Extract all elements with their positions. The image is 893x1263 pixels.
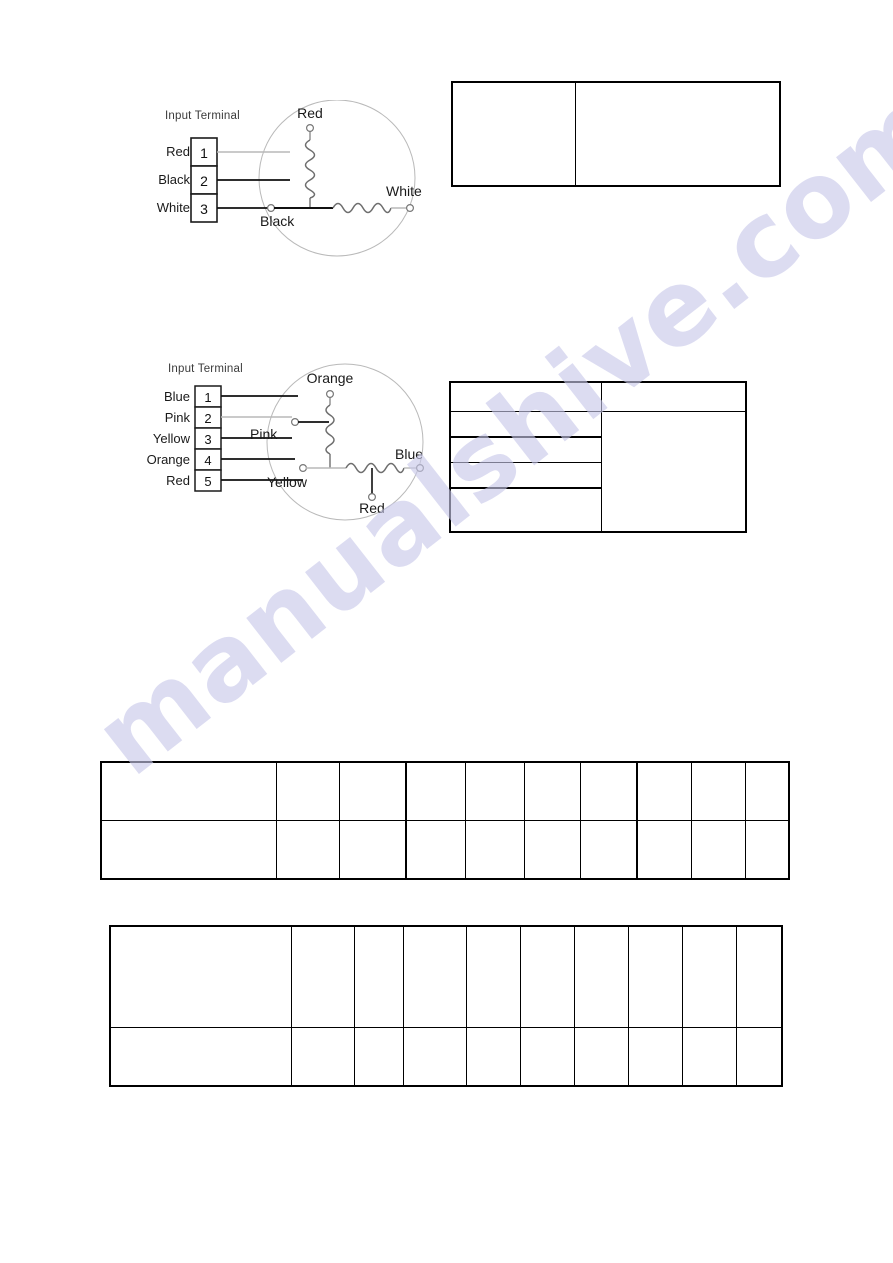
wiring-schematic-svg-1: 1 2 3 Red White Black bbox=[190, 100, 422, 257]
table3-cell-r1c8 bbox=[691, 820, 746, 879]
table3-cell-r0c6 bbox=[580, 762, 638, 821]
table4-cell-r0c1 bbox=[291, 926, 355, 1028]
table4-cell-r0c8 bbox=[682, 926, 737, 1028]
table4-cell-r1c8 bbox=[682, 1026, 737, 1087]
table-row bbox=[101, 762, 789, 821]
table4-cell-r0c6 bbox=[574, 926, 629, 1028]
table3-cell-r1c0 bbox=[101, 820, 277, 879]
table4-cell-r1c4 bbox=[466, 1026, 521, 1087]
table4-cell-r1c1 bbox=[291, 1026, 355, 1087]
table3-cell-r1c1 bbox=[276, 820, 340, 879]
table3-cell-r0c9 bbox=[745, 762, 789, 821]
table3-cell-r0c8 bbox=[691, 762, 746, 821]
svg-text:1: 1 bbox=[200, 145, 208, 161]
svg-text:4: 4 bbox=[204, 453, 211, 468]
table2-cell-r3c0 bbox=[450, 462, 602, 490]
svg-text:5: 5 bbox=[204, 474, 211, 489]
table4-cell-r0c3 bbox=[403, 926, 467, 1028]
table-row bbox=[110, 926, 782, 1028]
wiring-diagram-five-wire: Input Terminal Blue Pink Yellow Orange R… bbox=[140, 355, 450, 540]
svg-text:1: 1 bbox=[204, 390, 211, 405]
table3-cell-r0c0 bbox=[101, 762, 277, 821]
table4-cell-r1c2 bbox=[354, 1026, 404, 1087]
table3-cell-r0c2 bbox=[339, 762, 407, 821]
coil-label-pink-2: Pink bbox=[250, 426, 278, 442]
spec-table-4 bbox=[109, 925, 783, 1087]
table2-cell-merged-right bbox=[601, 410, 746, 533]
spec-table-2 bbox=[449, 381, 747, 533]
svg-text:3: 3 bbox=[204, 432, 211, 447]
coil-label-black-1: Black bbox=[260, 213, 295, 229]
table1-cell-r0c0 bbox=[452, 82, 576, 186]
table2-cell-r4c0 bbox=[450, 487, 602, 533]
table4-cell-r1c5 bbox=[520, 1026, 575, 1087]
spec-table-1 bbox=[451, 81, 781, 187]
table3-cell-r0c4 bbox=[465, 762, 525, 821]
table3-cell-r0c1 bbox=[276, 762, 340, 821]
coil-label-yellow-2: Yellow bbox=[267, 474, 308, 490]
table3-cell-r0c5 bbox=[524, 762, 581, 821]
table4-cell-r0c2 bbox=[354, 926, 404, 1028]
coil-label-red-2: Red bbox=[359, 500, 385, 516]
table4-cell-r1c3 bbox=[403, 1026, 467, 1087]
svg-text:3: 3 bbox=[200, 201, 208, 217]
wiring-diagram-three-wire: Input Terminal Red Black White 1 2 3 Red… bbox=[140, 100, 450, 280]
table4-cell-r0c9 bbox=[736, 926, 782, 1028]
table-row bbox=[452, 82, 780, 186]
table4-cell-r1c9 bbox=[736, 1026, 782, 1087]
table3-cell-r1c3 bbox=[405, 820, 466, 879]
table2-cell-r0c0 bbox=[450, 382, 602, 412]
table3-cell-r1c2 bbox=[339, 820, 407, 879]
table2-cell-r2c0 bbox=[450, 436, 602, 464]
table4-cell-r0c4 bbox=[466, 926, 521, 1028]
table-row bbox=[110, 1026, 782, 1087]
table4-cell-r0c5 bbox=[520, 926, 575, 1028]
table2-cell-r1c0 bbox=[450, 410, 602, 438]
coil-label-blue-2: Blue bbox=[395, 446, 423, 462]
table4-cell-r1c7 bbox=[628, 1026, 683, 1087]
table-row bbox=[450, 410, 746, 533]
table-row bbox=[450, 382, 746, 412]
svg-text:2: 2 bbox=[204, 411, 211, 426]
table3-cell-r1c5 bbox=[524, 820, 581, 879]
wiring-schematic-svg-2: 1 2 3 4 5 Orange Pink Yellow Blue Red bbox=[194, 363, 425, 521]
table3-cell-r1c6 bbox=[580, 820, 638, 879]
table2-cell-r0c1 bbox=[601, 382, 746, 412]
table-row bbox=[101, 820, 789, 879]
coil-label-white-1: White bbox=[386, 183, 422, 199]
table4-cell-r1c6 bbox=[574, 1026, 629, 1087]
table1-cell-r0c1 bbox=[575, 82, 780, 186]
table4-cell-r0c7 bbox=[628, 926, 683, 1028]
spec-table-3 bbox=[100, 761, 790, 880]
table3-cell-r1c7 bbox=[636, 820, 692, 879]
table3-cell-r1c4 bbox=[465, 820, 525, 879]
svg-text:2: 2 bbox=[200, 173, 208, 189]
table3-cell-r0c7 bbox=[636, 762, 692, 821]
coil-label-orange-2: Orange bbox=[307, 370, 354, 386]
table4-cell-r0c0 bbox=[110, 926, 292, 1028]
table3-cell-r0c3 bbox=[405, 762, 466, 821]
document-page: Input Terminal Red Black White 1 2 3 Red… bbox=[0, 0, 893, 1263]
table3-cell-r1c9 bbox=[745, 820, 789, 879]
table4-cell-r1c0 bbox=[110, 1026, 292, 1087]
coil-label-red-1: Red bbox=[297, 105, 323, 121]
